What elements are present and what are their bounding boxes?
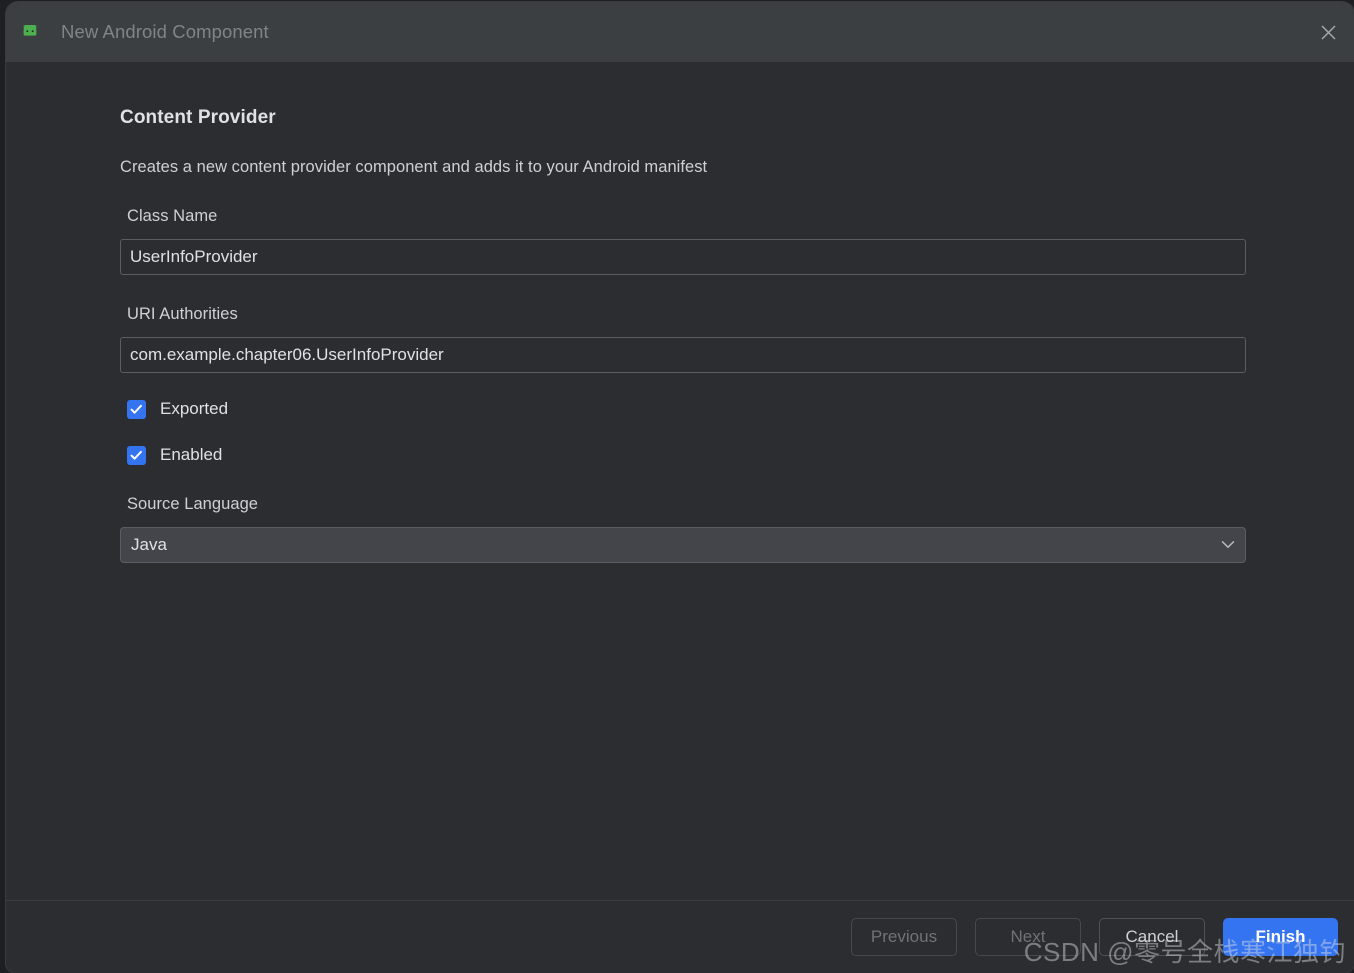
class-name-field-group: Class Name (120, 207, 1354, 275)
close-icon[interactable] (1302, 2, 1354, 62)
dialog-title: New Android Component (61, 21, 269, 42)
exported-checkbox-row[interactable]: Exported (120, 399, 228, 419)
previous-button[interactable]: Previous (851, 918, 957, 956)
cancel-button[interactable]: Cancel (1099, 918, 1205, 956)
uri-authorities-field-group: URI Authorities (120, 305, 1354, 373)
finish-button[interactable]: Finish (1223, 918, 1338, 956)
dialog-body: Content Provider Creates a new content p… (6, 62, 1354, 900)
source-language-select[interactable]: Java (120, 527, 1246, 563)
source-language-value: Java (131, 535, 167, 554)
source-language-field-group: Source Language Java (120, 495, 1354, 563)
dialog-footer: Previous Next Cancel Finish CSDN @零号全栈寒江… (6, 900, 1354, 973)
checkmark-icon (127, 445, 146, 465)
source-language-label: Source Language (127, 495, 259, 513)
new-android-component-dialog: New Android Component Content Provider C… (6, 2, 1354, 973)
class-name-label: Class Name (127, 207, 218, 225)
chevron-down-icon (1221, 536, 1235, 554)
exported-label: Exported (160, 399, 229, 418)
uri-authorities-label: URI Authorities (127, 305, 238, 323)
checkmark-icon (127, 399, 146, 419)
page-description: Creates a new content provider component… (120, 158, 708, 176)
page-title: Content Provider (120, 107, 276, 128)
next-button[interactable]: Next (975, 918, 1081, 956)
dialog-titlebar: New Android Component (6, 2, 1354, 62)
uri-authorities-input[interactable] (120, 337, 1246, 373)
enabled-label: Enabled (160, 445, 223, 464)
class-name-input[interactable] (120, 239, 1246, 275)
enabled-checkbox-row[interactable]: Enabled (120, 445, 222, 465)
android-icon (19, 21, 41, 43)
